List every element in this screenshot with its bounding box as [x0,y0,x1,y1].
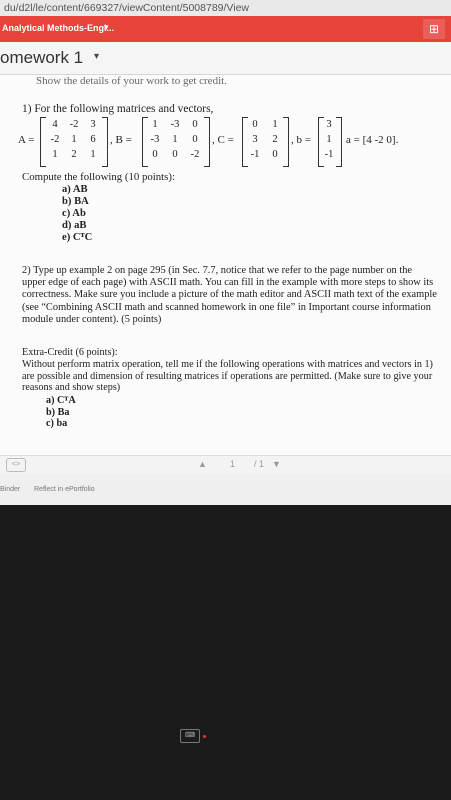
matrix-b-cell: -3 [150,134,160,145]
matrix-b-right-bracket [204,117,210,167]
content-title-bar: omework 1 ▾ [0,42,451,75]
matrix-b-cell: -3 [170,119,180,130]
vector-b-cell: 1 [326,134,332,145]
extra-credit-body: Without perform matrix operation, tell m… [22,358,433,394]
binder-link[interactable]: Binder [0,486,20,493]
course-selector[interactable]: Analytical Methods-Engi... [2,23,114,33]
matrix-c-cell: 2 [272,134,278,145]
matrix-b-cell: 0 [192,119,198,130]
matrix-b-cell: 1 [152,119,158,130]
vector-a-row: a = [4 -2 0]. [346,134,399,146]
page-up-icon[interactable]: ▲ [198,459,207,469]
compute-item: c) Ab [62,208,86,219]
page-title: omework 1 [0,48,84,67]
cut-off-instruction-text: Show the details of your work to get cre… [36,75,227,87]
matrix-c-cell: 0 [272,149,278,160]
page-down-icon[interactable]: ▼ [272,459,281,469]
matrix-a-cell: 4 [52,119,58,130]
compute-instruction: Compute the following (10 points): [22,171,175,183]
extra-credit-list: a) CᵀA b) Ba c) ba [46,395,76,430]
compute-list: a) AB b) BA c) Ab d) aB e) CᵀC [62,184,92,244]
keyboard-icon[interactable]: ⌨ [180,729,200,743]
title-chevron-down-icon[interactable]: ▾ [94,51,99,62]
page-total: / 1 [254,459,265,469]
vector-b-cell: 3 [326,119,332,130]
vector-b-right-bracket [336,117,342,167]
matrix-c-cell: 0 [252,119,258,130]
question-2-text: 2) Type up example 2 on page 295 (in Sec… [22,265,437,325]
code-icon[interactable]: <> [6,458,26,472]
label-A: A = [18,134,35,146]
matrix-c-cell: 3 [252,134,258,145]
matrix-c-cell: 1 [272,119,278,130]
matrix-a-cell: 2 [71,149,77,160]
compute-item: d) aB [62,220,87,231]
compute-item: a) AB [62,184,88,195]
matrix-definitions: A = 4 -2 3 -2 1 6 1 2 1 , B = 1 -3 0 -3 … [18,117,438,167]
extra-item: b) Ba [46,406,70,418]
matrix-c-right-bracket [283,117,289,167]
matrix-a-cell: -2 [69,119,79,130]
matrix-a-cell: 3 [90,119,96,130]
document-viewer[interactable]: Show the details of your work to get cre… [0,75,451,455]
label-C: , C = [212,134,234,146]
extra-item: c) ba [46,418,68,430]
extra-credit-section: Extra-Credit (6 points): Without perform… [22,347,437,394]
label-B: , B = [110,134,132,146]
reflect-eportfolio-link[interactable]: Reflect in ePortfolio [34,486,95,493]
matrix-b-cell: -2 [190,149,200,160]
browser-screen: du/d2l/le/content/669327/viewContent/500… [0,0,451,505]
matrix-b-cell: 0 [192,134,198,145]
grid-menu-icon[interactable]: ⊞ [423,19,445,39]
matrix-a-cell: 6 [90,134,96,145]
matrix-a-cell: 1 [71,134,77,145]
course-nav-bar: Analytical Methods-Engi... ▾ ⊞ [0,16,451,42]
url-bar[interactable]: du/d2l/le/content/669327/viewContent/500… [0,0,451,16]
pdf-pager-bar: <> ▲ 1 / 1 ▼ [0,455,451,474]
matrix-a-left-bracket [40,117,46,167]
notification-dot [203,735,206,738]
extra-credit-title: Extra-Credit (6 points): [22,347,118,358]
content-footer: Binder Reflect in ePortfolio [0,484,451,498]
extra-item: a) CᵀA [46,395,76,406]
chevron-down-icon[interactable]: ▾ [104,22,109,33]
compute-item: b) BA [62,196,89,207]
question-1-intro: 1) For the following matrices and vector… [22,103,214,115]
compute-item: e) CᵀC [62,232,93,243]
matrix-b-cell: 0 [172,149,178,160]
matrix-a-right-bracket [102,117,108,167]
matrix-a-cell: 1 [52,149,58,160]
vector-b-cell: -1 [324,149,334,160]
matrix-c-cell: -1 [250,149,260,160]
label-b: , b = [291,134,311,146]
matrix-b-cell: 1 [172,134,178,145]
matrix-b-cell: 0 [152,149,158,160]
page-number-input[interactable]: 1 [230,459,235,469]
matrix-a-cell: -2 [50,134,60,145]
matrix-a-cell: 1 [90,149,96,160]
